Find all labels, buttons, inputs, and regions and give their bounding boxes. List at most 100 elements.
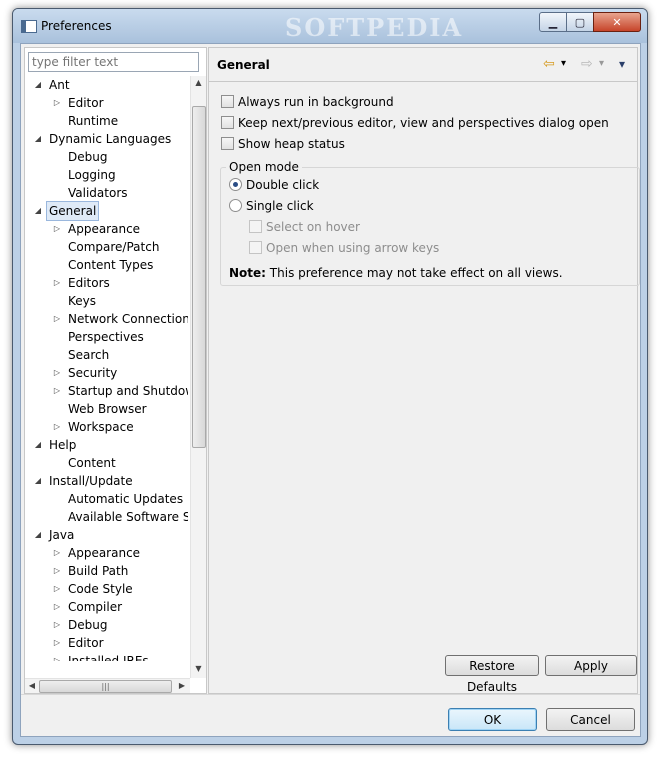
- expanded-arrow-icon[interactable]: ◢: [33, 526, 43, 544]
- tree-item-label: Workspace: [68, 420, 134, 434]
- collapsed-arrow-icon[interactable]: ▷: [52, 634, 62, 652]
- expanded-arrow-icon[interactable]: ◢: [33, 472, 43, 490]
- title-bar[interactable]: Preferences SOFTPEDIA ▁ ▢ ✕: [13, 9, 647, 43]
- tree-item[interactable]: ▷ Code Style: [25, 580, 188, 598]
- tree-item-label: General: [46, 201, 100, 221]
- tree-item[interactable]: Perspectives: [25, 328, 188, 346]
- tree-item[interactable]: Compare/Patch: [25, 238, 188, 256]
- tree-item[interactable]: Content Types: [25, 256, 188, 274]
- back-menu-chevron-icon[interactable]: ▾: [561, 56, 566, 72]
- collapsed-arrow-icon[interactable]: ▷: [52, 598, 62, 616]
- tree-item[interactable]: ◢ Ant: [25, 76, 188, 94]
- tree-item[interactable]: ▷ Network Connection: [25, 310, 188, 328]
- tree-item[interactable]: ▷ Build Path: [25, 562, 188, 580]
- tree-item[interactable]: ▷ Installed JREs: [25, 652, 188, 661]
- expanded-arrow-icon[interactable]: ◢: [33, 436, 43, 454]
- tree-item[interactable]: ▷ Editor: [25, 634, 188, 652]
- tree-item[interactable]: ◢ Java: [25, 526, 188, 544]
- tree-item[interactable]: Validators: [25, 184, 188, 202]
- radio-button[interactable]: [229, 178, 242, 191]
- maximize-button[interactable]: ▢: [566, 12, 594, 32]
- tree-item[interactable]: ▷ Appearance: [25, 220, 188, 238]
- radio-label: Single click: [246, 199, 314, 213]
- checkbox-box[interactable]: [221, 137, 234, 150]
- tree-item[interactable]: Automatic Updates: [25, 490, 188, 508]
- restore-defaults-button[interactable]: Restore Defaults: [445, 655, 539, 694]
- tree-horizontal-scrollbar[interactable]: ◀ ||| ▶: [25, 678, 190, 693]
- scroll-right-arrow-icon[interactable]: ▶: [176, 679, 188, 693]
- apply-button[interactable]: Apply: [545, 655, 637, 676]
- tree-item-label: Automatic Updates: [68, 492, 184, 506]
- collapsed-arrow-icon[interactable]: ▷: [52, 220, 62, 238]
- tree-item[interactable]: Content: [25, 454, 188, 472]
- collapsed-arrow-icon[interactable]: ▷: [52, 364, 62, 382]
- collapsed-arrow-icon[interactable]: ▷: [52, 580, 62, 598]
- tree-item[interactable]: Debug: [25, 148, 188, 166]
- collapsed-arrow-icon[interactable]: ▷: [52, 94, 62, 112]
- tree-item[interactable]: ▷ Security: [25, 364, 188, 382]
- tree-item[interactable]: Search: [25, 346, 188, 364]
- expanded-arrow-icon[interactable]: ◢: [33, 202, 43, 220]
- collapsed-arrow-icon[interactable]: ▷: [52, 652, 62, 661]
- tree-item[interactable]: Runtime: [25, 112, 188, 130]
- collapsed-arrow-icon[interactable]: ▷: [52, 616, 62, 634]
- radio-button[interactable]: [229, 199, 242, 212]
- back-arrow-icon[interactable]: ⇦: [543, 56, 555, 72]
- tree-item-label: Editor: [68, 636, 104, 650]
- checkbox-label: Select on hover: [266, 220, 360, 234]
- cancel-button[interactable]: Cancel: [546, 708, 635, 731]
- expanded-arrow-icon[interactable]: ◢: [33, 76, 43, 94]
- tree-item-label: Appearance: [68, 222, 141, 236]
- scroll-up-arrow-icon[interactable]: ▲: [191, 78, 206, 87]
- collapsed-arrow-icon[interactable]: ▷: [52, 418, 62, 436]
- collapsed-arrow-icon[interactable]: ▷: [52, 562, 62, 580]
- tree-item[interactable]: ◢ General: [25, 201, 188, 221]
- scroll-left-arrow-icon[interactable]: ◀: [26, 679, 38, 693]
- collapsed-arrow-icon[interactable]: ▷: [52, 274, 62, 292]
- filter-input[interactable]: [28, 52, 199, 72]
- tree-item[interactable]: Web Browser: [25, 400, 188, 418]
- tree-item[interactable]: ▷ Workspace: [25, 418, 188, 436]
- scroll-down-arrow-icon[interactable]: ▼: [191, 664, 206, 673]
- collapsed-arrow-icon[interactable]: ▷: [52, 310, 62, 328]
- forward-arrow-icon[interactable]: ⇨: [581, 56, 593, 72]
- tree-item-label: Code Style: [68, 582, 133, 596]
- tree-item[interactable]: ◢ Install/Update: [25, 472, 188, 490]
- scrollbar-thumb-horizontal[interactable]: |||: [39, 680, 172, 693]
- collapsed-arrow-icon[interactable]: ▷: [52, 544, 62, 562]
- tree-item[interactable]: Keys: [25, 292, 188, 310]
- tree-item[interactable]: ▷ Compiler: [25, 598, 188, 616]
- tree-item[interactable]: ▷ Editors: [25, 274, 188, 292]
- tree-item-label: Content: [68, 456, 116, 470]
- minimize-button[interactable]: ▁: [539, 12, 567, 32]
- forward-menu-chevron-icon[interactable]: ▾: [599, 56, 604, 72]
- tree-item[interactable]: ◢ Dynamic Languages: [25, 130, 188, 148]
- tree-item-label: Debug: [68, 150, 108, 164]
- collapsed-arrow-icon[interactable]: ▷: [52, 382, 62, 400]
- tree-item-label: Keys: [68, 294, 97, 308]
- tree-item-label: Help: [49, 438, 77, 452]
- expanded-arrow-icon[interactable]: ◢: [33, 130, 43, 148]
- preference-navigation: ◢ Ant ▷ Editor Runtime ◢ Dynamic Languages Debu…: [24, 47, 207, 694]
- tree-item[interactable]: Available Software S: [25, 508, 188, 526]
- checkbox-label: Show heap status: [238, 137, 345, 151]
- note-message: This preference may not take effect on a…: [269, 266, 563, 280]
- checkbox-label: Always run in background: [238, 95, 394, 109]
- tree-item[interactable]: ▷ Debug: [25, 616, 188, 634]
- view-menu-icon[interactable]: ▾: [619, 56, 625, 72]
- ok-button[interactable]: OK: [448, 708, 537, 731]
- tree-item[interactable]: ▷ Startup and Shutdow: [25, 382, 188, 400]
- tree-vertical-scrollbar[interactable]: ▲ ▼: [190, 76, 206, 678]
- open-mode-label: Open mode: [226, 160, 302, 174]
- checkbox-label: Keep next/previous editor, view and pers…: [238, 116, 609, 130]
- tree-item[interactable]: ▷ Editor: [25, 94, 188, 112]
- tree-item[interactable]: ◢ Help: [25, 436, 188, 454]
- checkbox-box[interactable]: [221, 95, 234, 108]
- tree-item[interactable]: ▷ Appearance: [25, 544, 188, 562]
- tree-item-label: Ant: [49, 78, 70, 92]
- tree-item-label: Install/Update: [49, 474, 133, 488]
- scrollbar-thumb[interactable]: [192, 106, 206, 448]
- close-button[interactable]: ✕: [593, 12, 641, 32]
- tree-item[interactable]: Logging: [25, 166, 188, 184]
- checkbox-box[interactable]: [221, 116, 234, 129]
